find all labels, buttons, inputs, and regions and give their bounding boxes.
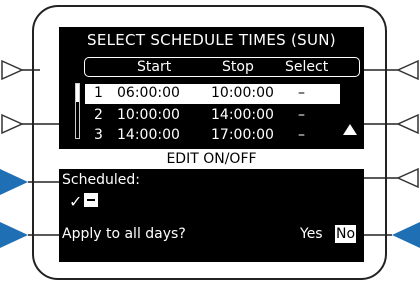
row-stop-time: 14:00:00 bbox=[211, 107, 274, 123]
soft-key-left-2[interactable] bbox=[0, 113, 60, 135]
schedule-row[interactable]: 3 14:00:00 17:00:00 – bbox=[85, 126, 340, 146]
unscheduled-option[interactable] bbox=[84, 193, 98, 207]
no-option[interactable]: No bbox=[335, 225, 357, 243]
row-stop-time: 10:00:00 bbox=[211, 85, 274, 101]
row-start-time: 06:00:00 bbox=[117, 85, 180, 101]
column-header-select: Select bbox=[285, 59, 329, 75]
soft-key-right-2[interactable] bbox=[364, 113, 420, 135]
row-start-time: 14:00:00 bbox=[117, 127, 180, 143]
dash-icon bbox=[87, 199, 95, 201]
row-select-value: – bbox=[298, 85, 305, 101]
row-number: 2 bbox=[94, 107, 103, 123]
row-select-value: – bbox=[298, 127, 305, 143]
apply-all-days-label: Apply to all days? bbox=[62, 226, 186, 242]
soft-key-right-3[interactable] bbox=[364, 167, 420, 189]
scrollbar-thumb[interactable] bbox=[76, 84, 79, 102]
schedule-row-selected[interactable]: 1 06:00:00 10:00:00 – bbox=[85, 84, 340, 104]
lcd-screen: SELECT SCHEDULE TIMES (SUN) Start Stop S… bbox=[59, 27, 364, 262]
yes-option[interactable]: Yes bbox=[300, 226, 323, 242]
soft-key-right-4[interactable] bbox=[364, 222, 420, 248]
popup-title: EDIT ON/OFF bbox=[59, 149, 364, 169]
column-header-stop: Stop bbox=[222, 59, 254, 75]
row-number: 1 bbox=[94, 85, 103, 101]
soft-key-left-1[interactable] bbox=[0, 59, 40, 81]
schedule-row[interactable]: 2 10:00:00 14:00:00 – bbox=[85, 106, 340, 126]
soft-key-right-1[interactable] bbox=[364, 59, 420, 81]
screen-title: SELECT SCHEDULE TIMES (SUN) bbox=[87, 31, 336, 49]
row-number: 3 bbox=[94, 127, 103, 143]
row-stop-time: 17:00:00 bbox=[211, 127, 274, 143]
check-icon[interactable]: ✓ bbox=[69, 192, 82, 211]
soft-key-left-3[interactable] bbox=[0, 169, 62, 195]
scroll-up-icon[interactable] bbox=[343, 124, 357, 135]
row-select-value: – bbox=[298, 107, 305, 123]
row-start-time: 10:00:00 bbox=[117, 107, 180, 123]
scheduled-label: Scheduled: bbox=[62, 172, 140, 188]
column-header-start: Start bbox=[137, 59, 172, 75]
soft-key-left-4[interactable] bbox=[0, 222, 62, 248]
